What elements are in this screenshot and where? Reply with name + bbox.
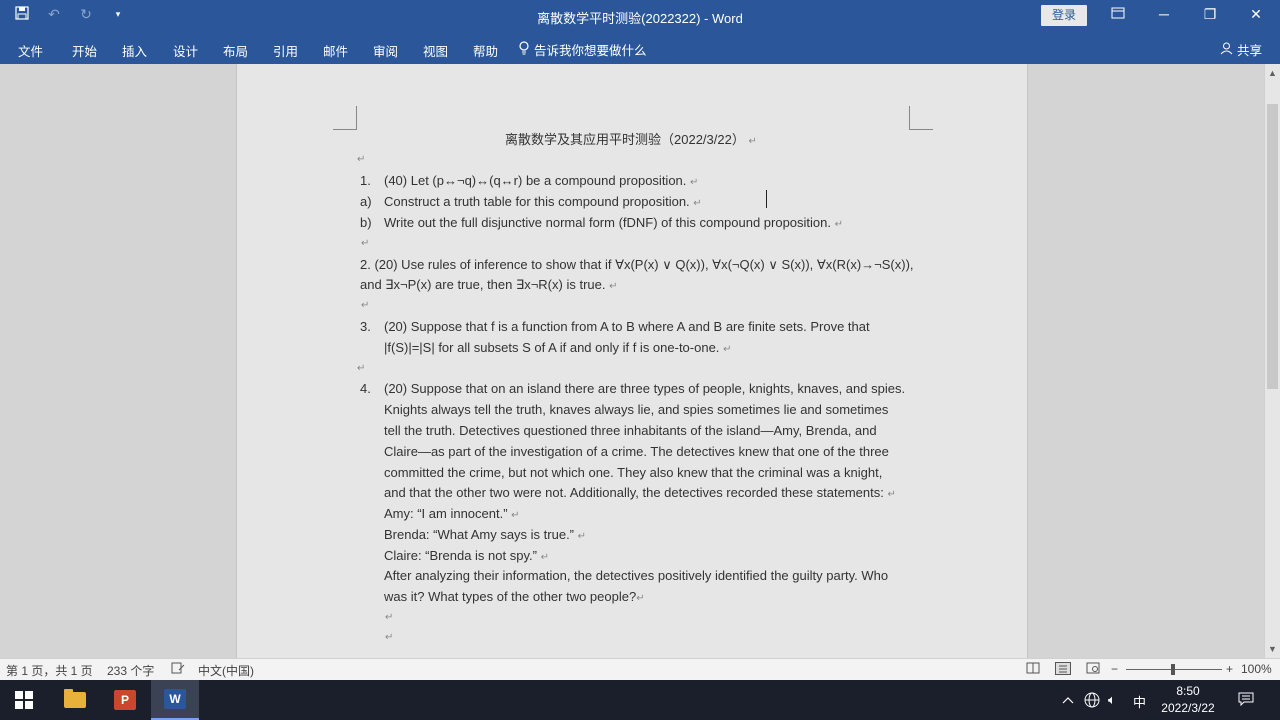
q4-line: (20) Suppose that on an island there are… [384, 381, 906, 396]
word-icon: W [164, 689, 186, 709]
scroll-thumb[interactable] [1267, 104, 1278, 389]
share-label: 共享 [1237, 44, 1263, 58]
q4-line: Claire—as part of the investigation of a… [384, 444, 889, 459]
margin-marker [909, 106, 933, 130]
taskbar-powerpoint[interactable]: P [101, 680, 149, 720]
q3-number: 3. [360, 319, 371, 334]
web-layout-icon[interactable] [1086, 662, 1100, 677]
tab-mailings[interactable]: 邮件 [323, 41, 348, 60]
taskbar: P W 🔈︎ 中 8:50 2022/3/22 [0, 680, 1280, 720]
q4-line: and that the other two were not. Additio… [384, 485, 896, 500]
q3-line-1: (20) Suppose that f is a function from A… [384, 319, 870, 334]
window-title: 离散数学平时测验(2022322) - Word [537, 11, 743, 26]
system-clock[interactable]: 8:50 2022/3/22 [1152, 683, 1224, 717]
text-cursor-icon [766, 190, 769, 208]
zoom-in-button[interactable]: + [1226, 662, 1233, 676]
document-page[interactable]: 离散数学及其应用平时测验（2022/3/22） ↵ ↵ 1. (40) Let … [236, 64, 1028, 658]
restore-icon[interactable]: ❐ [1200, 6, 1220, 23]
taskbar-file-explorer[interactable] [51, 680, 99, 720]
ribbon-tabs: 文件 开始 插入 设计 布局 引用 邮件 审阅 视图 帮助 告诉我你想要做什么 … [0, 32, 1280, 64]
chevron-up-icon[interactable] [1062, 692, 1074, 707]
lightbulb-icon [518, 41, 530, 58]
q2-line-1: 2. (20) Use rules of inference to show t… [360, 257, 914, 272]
q4-line: tell the truth. Detectives questioned th… [384, 423, 877, 438]
vertical-scrollbar[interactable]: ▲ ▼ [1264, 64, 1280, 658]
minimize-icon[interactable]: ─ [1154, 6, 1174, 22]
volume-icon[interactable]: 🔈︎ [1108, 692, 1116, 708]
language-indicator[interactable]: 中文(中国) [198, 662, 254, 679]
paragraph-mark: ↵ [357, 154, 366, 165]
tell-me-label: 告诉我你想要做什么 [534, 44, 647, 58]
document-area[interactable]: 离散数学及其应用平时测验（2022/3/22） ↵ ↵ 1. (40) Let … [0, 64, 1264, 658]
q4-statement-claire: Claire: “Brenda is not spy.” ↵ [384, 548, 549, 563]
folder-icon [64, 689, 86, 708]
tab-insert[interactable]: 插入 [122, 41, 147, 60]
tab-help[interactable]: 帮助 [473, 41, 498, 60]
zoom-level[interactable]: 100% [1241, 662, 1272, 676]
tab-design[interactable]: 设计 [173, 41, 198, 60]
windows-icon [15, 691, 33, 709]
q1-text: (40) Let (p↔¬q)↔(q↔r) be a compound prop… [384, 173, 699, 188]
q4-line: After analyzing their information, the d… [384, 568, 889, 583]
q4-line: was it? What types of the other two peop… [384, 589, 645, 604]
scroll-up-icon[interactable]: ▲ [1268, 68, 1277, 78]
paragraph-mark: ↵ [361, 300, 370, 311]
network-icon[interactable] [1084, 692, 1100, 711]
zoom-out-button[interactable]: − [1111, 662, 1118, 676]
tell-me-search[interactable]: 告诉我你想要做什么 [518, 40, 647, 59]
taskbar-word[interactable]: W [151, 680, 199, 720]
document-title: 离散数学及其应用平时测验（2022/3/22） ↵ [505, 132, 757, 147]
q1a-text: Construct a truth table for this compoun… [384, 194, 702, 209]
print-layout-icon[interactable] [1055, 662, 1071, 678]
q4-line: committed the crime, but not which one. … [384, 465, 883, 480]
q4-line: Knights always tell the truth, knaves al… [384, 402, 889, 417]
notification-icon[interactable] [1238, 692, 1254, 709]
powerpoint-icon: P [114, 690, 136, 710]
person-icon [1220, 42, 1233, 58]
zoom-slider-thumb[interactable] [1171, 664, 1175, 675]
q1b-label: b) [360, 215, 372, 230]
tab-layout[interactable]: 布局 [223, 41, 248, 60]
tab-view[interactable]: 视图 [423, 41, 448, 60]
login-button[interactable]: 登录 [1041, 5, 1087, 26]
page-count[interactable]: 第 1 页，共 1 页 [6, 662, 93, 679]
tab-file[interactable]: 文件 [18, 41, 43, 60]
scroll-down-icon[interactable]: ▼ [1268, 644, 1277, 654]
paragraph-mark: ↵ [357, 363, 366, 374]
tab-home[interactable]: 开始 [72, 41, 97, 60]
q1-number: 1. [360, 173, 371, 188]
q4-number: 4. [360, 381, 371, 396]
q1a-label: a) [360, 194, 372, 209]
word-count[interactable]: 233 个字 [107, 662, 154, 679]
proofing-icon[interactable] [171, 662, 185, 677]
clock-time: 8:50 [1176, 684, 1200, 698]
paragraph-mark: ↵ [385, 612, 394, 623]
tab-references[interactable]: 引用 [273, 41, 298, 60]
share-button[interactable]: 共享 [1220, 40, 1262, 59]
q4-statement-brenda: Brenda: “What Amy says is true.” ↵ [384, 527, 587, 542]
margin-marker [333, 106, 357, 130]
paragraph-mark: ↵ [385, 632, 394, 643]
tab-review[interactable]: 审阅 [373, 41, 398, 60]
title-bar: ↶ ↻ ▾ 离散数学平时测验(2022322) - Word 登录 ─ ❐ ✕ [0, 0, 1280, 32]
ime-indicator[interactable]: 中 [1133, 692, 1146, 711]
status-bar: 第 1 页，共 1 页 233 个字 中文(中国) − + 100% [0, 658, 1280, 680]
q2-line-2: and ∃x¬P(x) are true, then ∃x¬R(x) is tr… [360, 277, 618, 292]
start-button[interactable] [0, 680, 48, 720]
q1b-text: Write out the full disjunctive normal fo… [384, 215, 844, 230]
paragraph-mark: ↵ [361, 238, 370, 249]
ribbon-display-options-icon[interactable] [1108, 6, 1128, 22]
q4-statement-amy: Amy: “I am innocent.” ↵ [384, 506, 520, 521]
read-mode-icon[interactable] [1026, 662, 1040, 677]
close-icon[interactable]: ✕ [1246, 6, 1266, 23]
clock-date: 2022/3/22 [1161, 701, 1215, 715]
q3-line-2: |f(S)|=|S| for all subsets S of A if and… [384, 340, 732, 355]
